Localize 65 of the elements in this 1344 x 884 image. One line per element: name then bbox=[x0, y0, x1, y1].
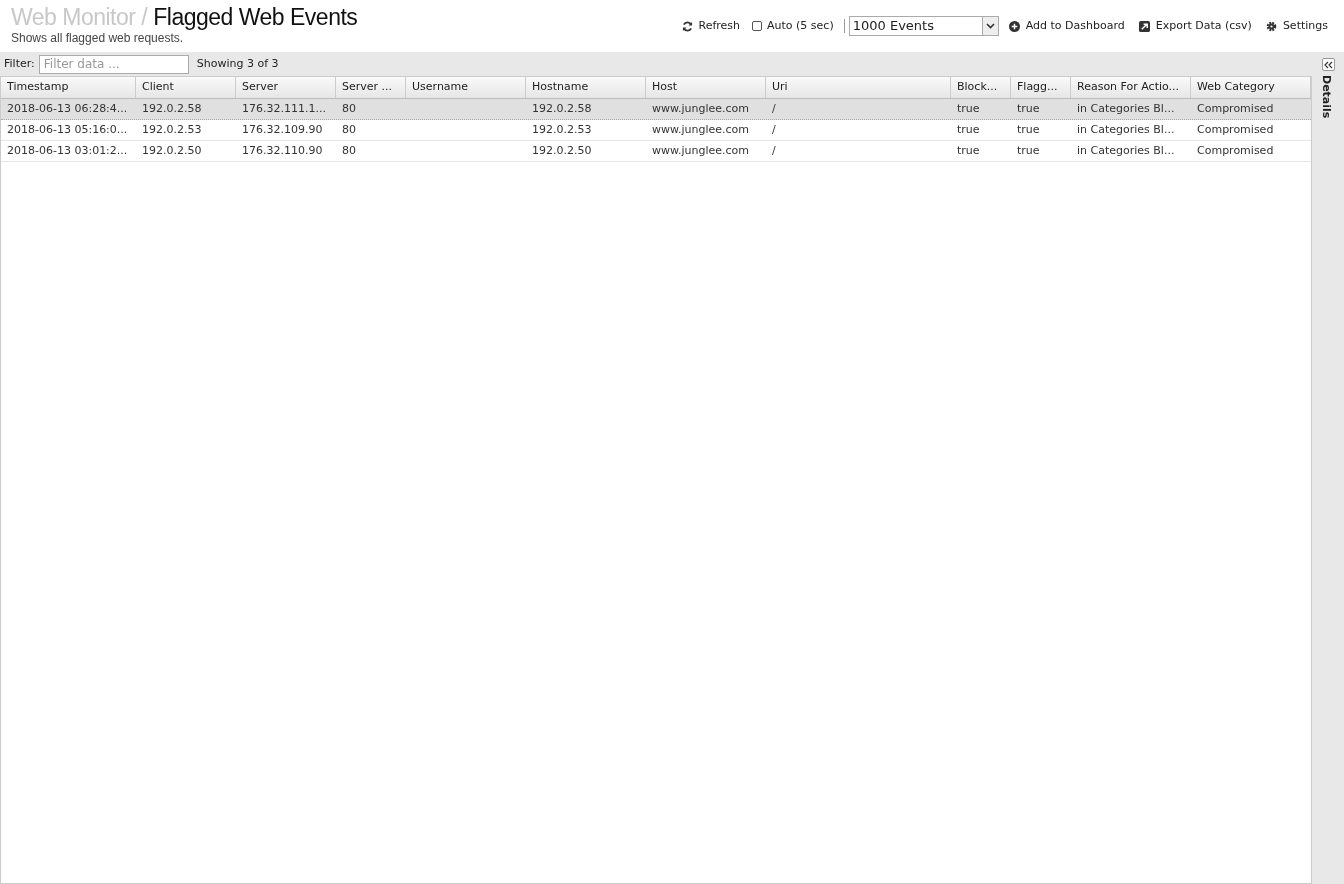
column-header[interactable]: Client bbox=[136, 77, 236, 98]
table-cell: 80 bbox=[342, 143, 356, 157]
page-title: Flagged Web Events bbox=[153, 3, 358, 31]
table-cell: 176.32.109.90 bbox=[242, 122, 323, 136]
export-button[interactable]: Export Data (csv) bbox=[1138, 17, 1252, 35]
column-header[interactable]: Timestamp bbox=[1, 77, 136, 98]
column-header[interactable]: Reason For Actio... bbox=[1071, 77, 1191, 98]
table-cell: 2018-06-13 05:16:0... bbox=[7, 122, 128, 136]
table-cell: / bbox=[772, 143, 776, 157]
row-count: Showing 3 of 3 bbox=[196, 55, 279, 72]
table-cell: Compromised bbox=[1197, 122, 1274, 136]
table-cell: 192.0.2.58 bbox=[142, 101, 202, 115]
table-cell: in Categories Bl... bbox=[1077, 143, 1175, 157]
table-row[interactable]: 2018-06-13 06:28:4... 192.0.2.58 176.32.111.1... 80 192.0.2.58 www.junglee.com / true true in Categories Bl... Compromised bbox=[1, 99, 1311, 120]
table-cell: www.junglee.com bbox=[652, 122, 750, 136]
table-cell: in Categories Bl... bbox=[1077, 122, 1175, 136]
dropdown-caret-icon bbox=[981, 17, 998, 35]
table-cell: true bbox=[1017, 101, 1040, 115]
details-label: Details bbox=[1322, 75, 1334, 119]
table-cell: Compromised bbox=[1197, 101, 1274, 115]
table-cell: www.junglee.com bbox=[652, 101, 750, 115]
column-header[interactable]: Hostname bbox=[526, 77, 646, 98]
table-cell: true bbox=[1017, 143, 1040, 157]
table-cell: Compromised bbox=[1197, 143, 1274, 157]
table-cell: 192.0.2.50 bbox=[142, 143, 202, 157]
column-header[interactable]: Block... bbox=[951, 77, 1011, 98]
table-cell: www.junglee.com bbox=[652, 143, 750, 157]
table-cell: / bbox=[772, 122, 776, 136]
table-cell: true bbox=[957, 101, 980, 115]
settings-icon bbox=[1265, 20, 1277, 32]
table-cell: 192.0.2.53 bbox=[532, 122, 592, 136]
events-dropdown[interactable]: 1000 Events bbox=[848, 16, 999, 36]
table-cell: 2018-06-13 03:01:2... bbox=[7, 143, 128, 157]
column-header[interactable]: Server bbox=[236, 77, 336, 98]
page-subtitle: Shows all flagged web requests. bbox=[11, 31, 185, 45]
column-header[interactable]: Host bbox=[646, 77, 766, 98]
table-cell: 80 bbox=[342, 122, 356, 136]
filter-label: Filter: bbox=[4, 55, 35, 72]
table-cell: 2018-06-13 06:28:4... bbox=[7, 101, 128, 115]
table-cell: 176.32.111.1... bbox=[242, 101, 326, 115]
table-cell: / bbox=[772, 101, 776, 115]
table-cell: 192.0.2.53 bbox=[142, 122, 202, 136]
plus-circle-icon bbox=[1008, 20, 1020, 32]
column-header[interactable]: Uri bbox=[766, 77, 951, 98]
table-cell: 192.0.2.50 bbox=[532, 143, 592, 157]
table-cell: 176.32.110.90 bbox=[242, 143, 323, 157]
collapse-icon[interactable] bbox=[1321, 58, 1335, 71]
auto-label: Auto (5 sec) bbox=[767, 17, 834, 34]
table-cell: 80 bbox=[342, 101, 356, 115]
table-cell: true bbox=[1017, 122, 1040, 136]
settings-button[interactable]: Settings bbox=[1265, 17, 1328, 35]
filter-field[interactable]: Filter data ... bbox=[38, 54, 189, 74]
column-header[interactable]: Web Category bbox=[1191, 77, 1311, 98]
column-header[interactable]: Flagg... bbox=[1011, 77, 1071, 98]
export-icon bbox=[1138, 20, 1150, 32]
table-cell: in Categories Bl... bbox=[1077, 101, 1175, 115]
column-header[interactable]: Username bbox=[406, 77, 526, 98]
table-cell: true bbox=[957, 122, 980, 136]
column-header[interactable]: Server ... bbox=[336, 77, 406, 98]
table-cell: true bbox=[957, 143, 980, 157]
refresh-button[interactable]: Refresh bbox=[679, 17, 743, 35]
auto-checkbox[interactable] bbox=[752, 21, 763, 31]
table-cell: 192.0.2.58 bbox=[532, 101, 592, 115]
add-to-dashboard-button[interactable]: Add to Dashboard bbox=[1008, 17, 1125, 35]
refresh-icon bbox=[681, 20, 693, 32]
